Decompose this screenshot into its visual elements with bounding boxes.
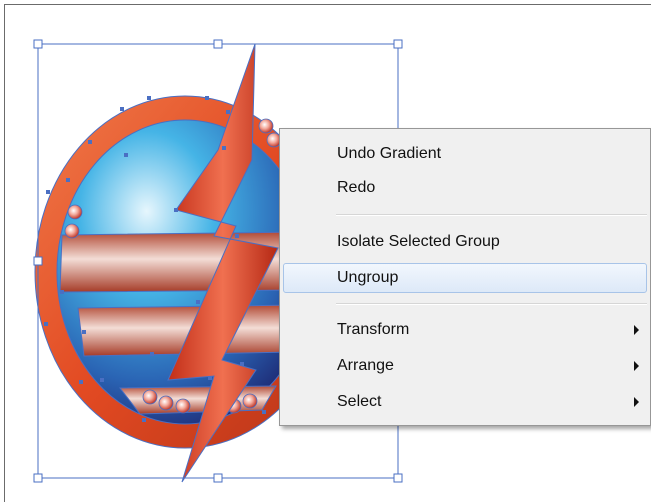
menu-item-label: Select <box>337 393 382 410</box>
handle-bottom-middle[interactable] <box>213 473 223 483</box>
handle-bottom-right[interactable] <box>393 473 403 483</box>
menu-item-label: Transform <box>337 321 410 338</box>
menu-item-select[interactable]: Select <box>283 387 647 417</box>
menu-item-label: Redo <box>337 179 376 196</box>
menu-item-ungroup[interactable]: Ungroup <box>283 263 647 293</box>
menu-item-label: Isolate Selected Group <box>337 233 500 250</box>
menu-item-arrange[interactable]: Arrange <box>283 351 647 381</box>
context-menu: Undo Gradient Redo Isolate Selected Grou… <box>279 128 651 426</box>
handle-top-middle[interactable] <box>213 39 223 49</box>
menu-item-transform[interactable]: Transform <box>283 315 647 345</box>
menu-item-isolate-selected-group[interactable]: Isolate Selected Group <box>283 227 647 257</box>
handle-top-right[interactable] <box>393 39 403 49</box>
submenu-arrow-icon <box>634 325 639 335</box>
handle-top-left[interactable] <box>33 39 43 49</box>
handle-middle-left[interactable] <box>33 256 43 266</box>
menu-item-label: Undo Gradient <box>337 145 442 162</box>
menu-item-label: Arrange <box>337 357 394 374</box>
menu-separator <box>336 303 647 305</box>
handle-bottom-left[interactable] <box>33 473 43 483</box>
menu-separator <box>336 214 647 216</box>
submenu-arrow-icon <box>634 397 639 407</box>
menu-item-label: Ungroup <box>337 269 399 286</box>
submenu-arrow-icon <box>634 361 639 371</box>
menu-item-redo[interactable]: Redo <box>283 173 647 203</box>
menu-item-undo-gradient[interactable]: Undo Gradient <box>283 139 647 169</box>
